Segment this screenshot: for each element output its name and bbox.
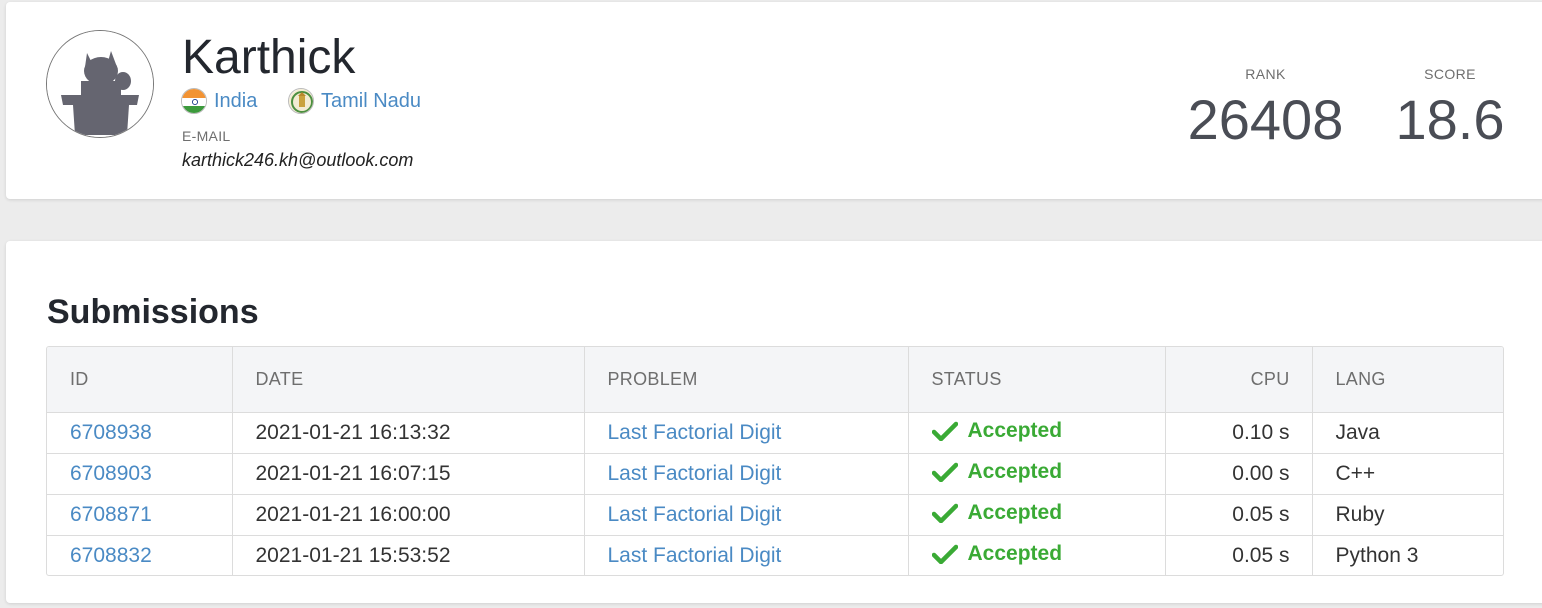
col-header-problem: PROBLEM xyxy=(584,347,909,412)
language: Python 3 xyxy=(1335,543,1419,567)
language: Ruby xyxy=(1335,502,1385,526)
submission-id-link[interactable]: 6708832 xyxy=(70,544,152,567)
submission-date: 2021-01-21 15:53:52 xyxy=(232,535,585,575)
cat-avatar-icon xyxy=(47,31,153,137)
india-flag-icon xyxy=(181,88,207,114)
avatar xyxy=(46,30,154,138)
score-label: SCORE xyxy=(1424,66,1476,82)
col-header-lang: LANG xyxy=(1335,368,1386,389)
email-address: karthick246.kh@outlook.com xyxy=(182,150,414,170)
tamil-nadu-emblem-icon xyxy=(288,88,314,114)
language: Java xyxy=(1335,420,1380,444)
submission-id-link[interactable]: 6708871 xyxy=(70,503,152,526)
state-link[interactable]: Tamil Nadu xyxy=(288,87,421,115)
submission-id-link[interactable]: 6708938 xyxy=(70,421,152,444)
table-row: 6708871 2021-01-21 16:00:00 Last Factori… xyxy=(47,494,1503,535)
problem-link[interactable]: Last Factorial Digit xyxy=(608,544,782,567)
cpu-time: 0.05 s xyxy=(1165,535,1313,575)
status-text: Accepted xyxy=(967,500,1063,524)
submissions-card: Submissions ID DATE PROBLEM STATUS CPU L… xyxy=(6,241,1542,603)
country-name[interactable]: India xyxy=(214,90,257,113)
email-label: E-MAIL xyxy=(182,128,231,144)
rank-label: RANK xyxy=(1245,66,1286,82)
status-badge: Accepted xyxy=(931,418,1063,443)
country-link[interactable]: India xyxy=(181,87,257,115)
submissions-title: Submissions xyxy=(47,293,259,331)
submissions-table-container: ID DATE PROBLEM STATUS CPU LANG 6708938 … xyxy=(46,346,1504,576)
status-text: Accepted xyxy=(967,459,1063,483)
col-header-date: DATE xyxy=(232,347,585,412)
check-icon xyxy=(931,421,958,441)
col-header-cpu: CPU xyxy=(1165,347,1313,412)
submission-date: 2021-01-21 16:07:15 xyxy=(232,453,585,494)
table-row: 6708903 2021-01-21 16:07:15 Last Factori… xyxy=(47,453,1503,494)
col-header-id: ID xyxy=(47,347,233,412)
status-badge: Accepted xyxy=(931,500,1063,525)
status-badge: Accepted xyxy=(931,459,1063,484)
language: C++ xyxy=(1335,461,1376,485)
cpu-time: 0.10 s xyxy=(1165,412,1313,453)
user-name: Karthick xyxy=(182,31,356,84)
problem-link[interactable]: Last Factorial Digit xyxy=(608,421,782,444)
table-header-row: ID DATE PROBLEM STATUS CPU LANG xyxy=(47,347,1503,412)
check-icon xyxy=(931,544,958,564)
table-row: 6708938 2021-01-21 16:13:32 Last Factori… xyxy=(47,412,1503,453)
score-stat: SCORE 18.6 xyxy=(1391,66,1509,152)
cpu-time: 0.00 s xyxy=(1165,453,1313,494)
status-badge: Accepted xyxy=(931,541,1063,566)
state-name[interactable]: Tamil Nadu xyxy=(321,90,421,113)
submission-date: 2021-01-21 16:00:00 xyxy=(232,494,585,535)
status-text: Accepted xyxy=(967,541,1063,565)
rank-stat: RANK 26408 xyxy=(1183,66,1348,152)
check-icon xyxy=(931,462,958,482)
submission-date: 2021-01-21 16:13:32 xyxy=(232,412,585,453)
rank-value: 26408 xyxy=(1187,88,1344,151)
submissions-table: ID DATE PROBLEM STATUS CPU LANG 6708938 … xyxy=(47,347,1503,575)
status-text: Accepted xyxy=(967,418,1063,442)
profile-card: Karthick India Tamil Nadu E-MAIL karthic… xyxy=(6,2,1542,199)
col-header-status: STATUS xyxy=(908,347,1166,412)
cpu-time: 0.05 s xyxy=(1165,494,1313,535)
submission-id-link[interactable]: 6708903 xyxy=(70,462,152,485)
score-value: 18.6 xyxy=(1395,88,1505,151)
problem-link[interactable]: Last Factorial Digit xyxy=(608,503,782,526)
table-row: 6708832 2021-01-21 15:53:52 Last Factori… xyxy=(47,535,1503,575)
check-icon xyxy=(931,503,958,523)
problem-link[interactable]: Last Factorial Digit xyxy=(608,462,782,485)
